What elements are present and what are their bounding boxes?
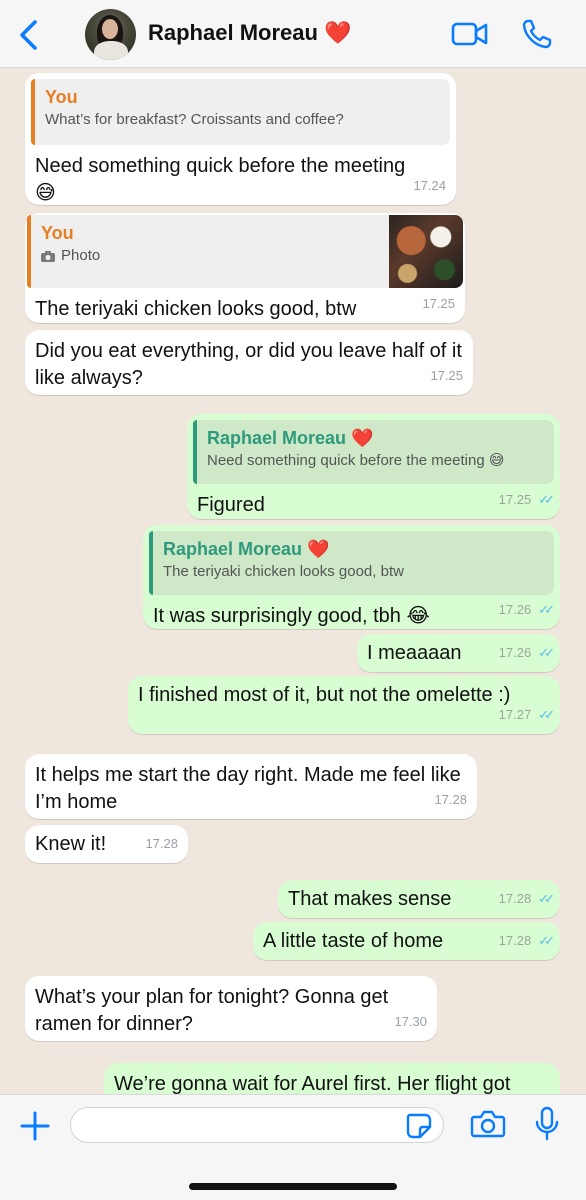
read-receipt-icon: ✓✓ (538, 602, 555, 617)
microphone-icon[interactable] (534, 1106, 560, 1142)
message-bubble[interactable]: Raphael Moreau ❤️ The teriyaki chicken l… (143, 525, 560, 629)
message-time: 17.28 ✓✓ (499, 885, 555, 912)
chevron-left-icon[interactable] (14, 18, 44, 52)
camera-icon[interactable] (470, 1109, 506, 1139)
reply-text: What’s for breakfast? Croissants and cof… (45, 111, 344, 128)
home-indicator (189, 1183, 397, 1190)
avatar[interactable] (85, 9, 136, 60)
message-text: Figured (197, 494, 265, 516)
chat-area[interactable]: You What’s for breakfast? Croissants and… (0, 68, 586, 1094)
emoji: 😅 (35, 182, 56, 204)
message-time: 17.28 ✓✓ (499, 927, 555, 954)
message-input[interactable] (70, 1107, 444, 1143)
message-text: The teriyaki chicken looks good, btw (35, 298, 357, 320)
reply-quote[interactable]: Raphael Moreau ❤️ Need something quick b… (193, 420, 554, 484)
message-time: 17.24 (413, 178, 446, 193)
sticker-icon[interactable] (405, 1112, 433, 1140)
message-time: 17.25 ✓✓ (499, 486, 555, 513)
message-text: Did you eat everything, or did you leave… (35, 340, 462, 389)
reply-quote[interactable]: You Photo (27, 215, 463, 288)
message-bubble[interactable]: I finished most of it, but not the omele… (128, 676, 560, 734)
composer-bar (0, 1094, 586, 1200)
contact-name[interactable]: Raphael Moreau ❤️ (148, 20, 351, 46)
message-time: 17.28 (434, 792, 467, 807)
camera-icon (41, 250, 55, 262)
contact-name-text: Raphael Moreau (148, 20, 318, 45)
reply-author: Raphael Moreau ❤️ (207, 428, 374, 448)
message-time: 17.27 ✓✓ (499, 701, 555, 728)
reply-quote[interactable]: Raphael Moreau ❤️ The teriyaki chicken l… (149, 531, 554, 595)
message-time: 17.25 (430, 368, 463, 383)
chat-header: Raphael Moreau ❤️ (0, 0, 586, 68)
message-bubble[interactable]: Raphael Moreau ❤️ Need something quick b… (187, 414, 560, 519)
message-bubble[interactable]: You What’s for breakfast? Croissants and… (25, 73, 456, 205)
message-text: We’re gonna wait for Aurel first. Her fl… (114, 1073, 511, 1094)
message-time: 17.26 ✓✓ (499, 639, 555, 666)
reply-text: Need something quick before the meeting … (207, 452, 505, 469)
message-text: What’s your plan for tonight? Gonna get … (35, 986, 389, 1035)
read-receipt-icon: ✓✓ (538, 492, 555, 507)
message-bubble[interactable]: You Photo The teriyaki chicken looks goo… (25, 213, 465, 323)
message-text: It was surprisingly good, tbh 😂 (153, 605, 430, 627)
read-receipt-icon: ✓✓ (538, 645, 555, 660)
message-bubble[interactable]: Knew it! 17.28 (25, 825, 188, 863)
message-time: 17.26 ✓✓ (499, 596, 555, 623)
read-receipt-icon: ✓✓ (538, 933, 555, 948)
reply-text: The teriyaki chicken looks good, btw (163, 563, 404, 580)
message-bubble[interactable]: It helps me start the day right. Made me… (25, 754, 477, 819)
message-text: Need something quick before the meeting 😅 (35, 155, 406, 204)
reply-quote[interactable]: You What’s for breakfast? Croissants and… (31, 79, 450, 145)
message-bubble[interactable]: I meaaaan 17.26 ✓✓ (357, 634, 560, 672)
message-bubble[interactable]: We’re gonna wait for Aurel first. Her fl… (104, 1063, 560, 1094)
message-time: 17.30 (394, 1014, 427, 1029)
message-bubble[interactable]: That makes sense 17.28 ✓✓ (278, 880, 560, 918)
message-time: 17.25 (422, 296, 455, 311)
reply-author: Raphael Moreau ❤️ (163, 539, 330, 559)
message-bubble[interactable]: A little taste of home 17.28 ✓✓ (253, 922, 560, 960)
video-camera-icon[interactable] (451, 20, 489, 48)
read-receipt-icon: ✓✓ (538, 891, 555, 906)
plus-icon[interactable] (18, 1109, 52, 1143)
phone-icon[interactable] (521, 18, 553, 50)
message-bubble[interactable]: Did you eat everything, or did you leave… (25, 330, 473, 395)
message-text: It helps me start the day right. Made me… (35, 764, 461, 813)
message-time: 17.28 (145, 836, 178, 851)
message-text: I finished most of it, but not the omele… (138, 684, 511, 706)
heart-emoji: ❤️ (323, 20, 352, 45)
photo-thumbnail[interactable] (389, 215, 463, 288)
message-bubble[interactable]: What’s your plan for tonight? Gonna get … (25, 976, 437, 1041)
reply-author: You (45, 87, 78, 107)
read-receipt-icon: ✓✓ (538, 707, 555, 722)
